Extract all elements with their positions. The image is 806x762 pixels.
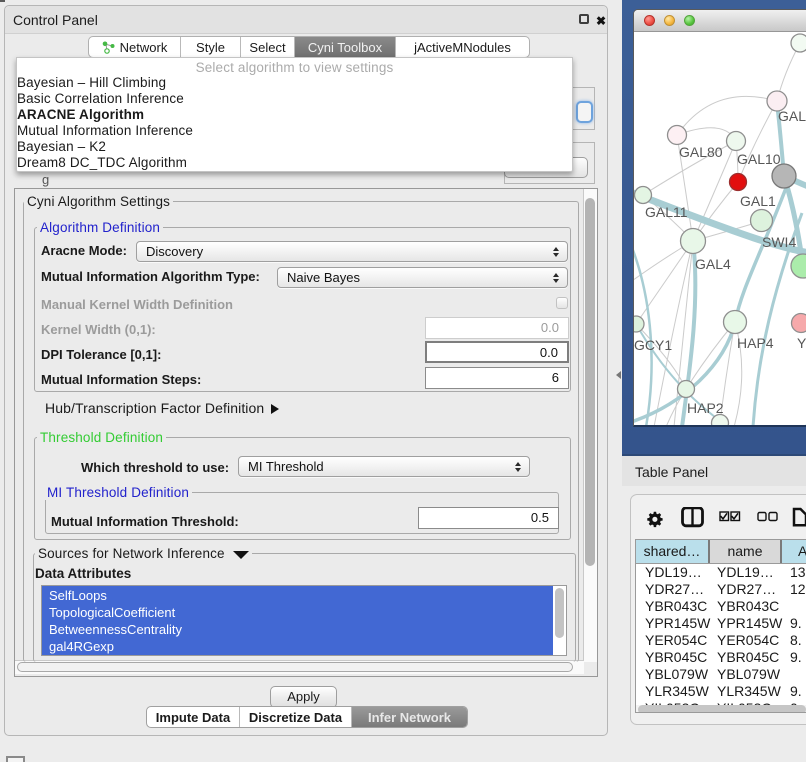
- svg-text:GAL11: GAL11: [645, 204, 688, 220]
- svg-text:GAL10: GAL10: [737, 151, 781, 167]
- svg-text:Y: Y: [797, 335, 806, 351]
- svg-text:SWI4: SWI4: [762, 234, 796, 250]
- svg-text:GAL80: GAL80: [679, 144, 723, 160]
- svg-text:HAP4: HAP4: [737, 335, 774, 351]
- svg-text:HAP2: HAP2: [687, 400, 724, 416]
- svg-text:GCY1: GCY1: [634, 337, 672, 353]
- svg-text:GAL4: GAL4: [695, 256, 731, 272]
- svg-text:GAL: GAL: [778, 108, 806, 124]
- svg-text:GAL1: GAL1: [740, 193, 776, 209]
